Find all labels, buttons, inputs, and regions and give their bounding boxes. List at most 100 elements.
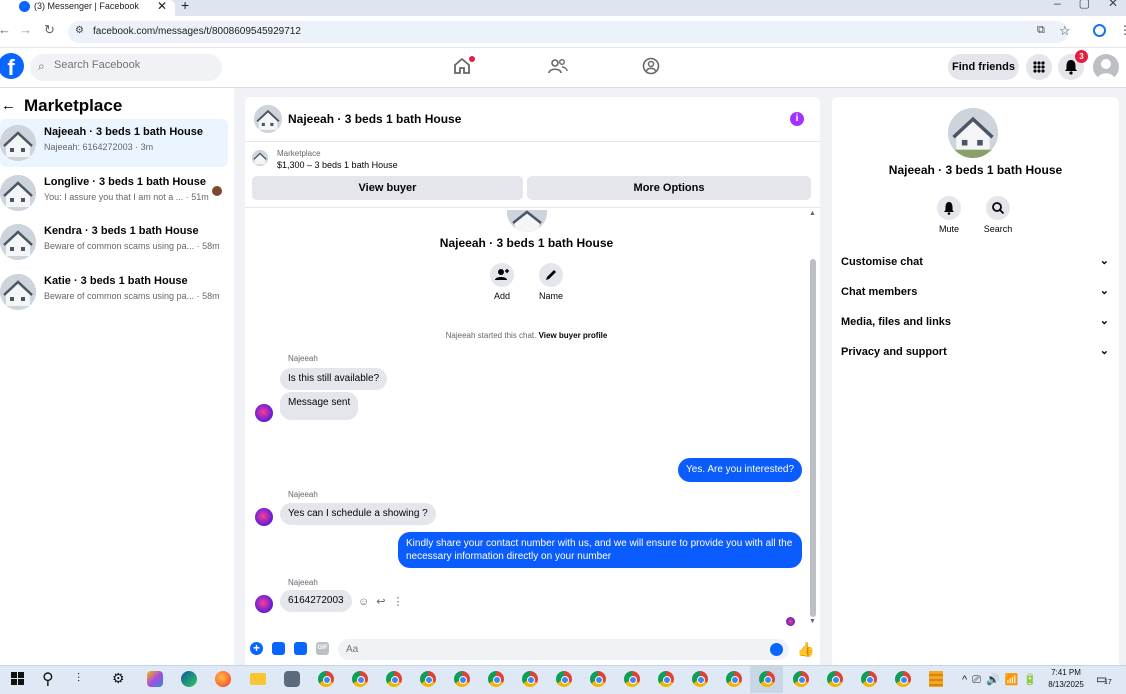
account-avatar[interactable]: [1093, 54, 1119, 80]
chrome-icon[interactable]: [318, 671, 334, 687]
back-arrow-icon[interactable]: ←: [1, 97, 16, 114]
view-buyer-profile-link[interactable]: View buyer profile: [539, 331, 608, 340]
view-buyer-button[interactable]: View buyer: [252, 176, 523, 200]
chrome-icon[interactable]: [454, 671, 470, 687]
install-icon[interactable]: ⧉: [1037, 24, 1045, 37]
more-icon[interactable]: ⋮: [392, 596, 410, 608]
chrome-icon[interactable]: [895, 671, 911, 687]
outgoing-message[interactable]: Kindly share your contact number with us…: [398, 532, 802, 568]
info-name: Najeeah · 3 beds 1 bath House: [888, 163, 1063, 177]
thumbs-up-icon[interactable]: 👍: [797, 641, 814, 658]
file-explorer-icon[interactable]: [250, 673, 266, 685]
chrome-icon[interactable]: [522, 671, 538, 687]
react-icon[interactable]: ☺: [358, 596, 376, 608]
new-tab-button[interactable]: +: [181, 0, 189, 13]
scroll-down-icon[interactable]: ▼: [809, 618, 816, 625]
house-thumbnail: [0, 224, 36, 260]
system-tray-icons[interactable]: ^⎚🔊📶🔋: [962, 673, 1042, 687]
sticker-icon[interactable]: [294, 642, 307, 655]
menu-icon[interactable]: ⋮: [1119, 23, 1126, 37]
clock-date[interactable]: 8/13/2025: [1044, 680, 1088, 689]
site-info-icon[interactable]: ⚙: [75, 25, 84, 36]
incoming-message[interactable]: Yes can I schedule a showing ?: [280, 503, 436, 525]
chrome-icon[interactable]: [352, 671, 368, 687]
chrome-icon[interactable]: [658, 671, 674, 687]
house-thumbnail: [0, 175, 36, 211]
chrome-icon[interactable]: [590, 671, 606, 687]
add-button[interactable]: [490, 263, 514, 287]
section-label: Privacy and support: [841, 346, 947, 358]
groups-icon[interactable]: [642, 57, 660, 75]
star-icon[interactable]: ☆: [1059, 23, 1071, 39]
conversation-item[interactable]: Kendra · 3 beds 1 bath House Beware of c…: [0, 218, 228, 266]
sender-avatar[interactable]: [255, 595, 273, 613]
friends-icon[interactable]: [548, 57, 568, 75]
window-controls[interactable]: –▢✕: [1054, 0, 1126, 10]
task-view-icon[interactable]: ⫶: [77, 671, 80, 686]
settings-icon[interactable]: ⚙: [112, 670, 125, 687]
sender-avatar[interactable]: [255, 404, 273, 422]
firefox-icon[interactable]: [215, 671, 231, 687]
conversation-item[interactable]: Longlive · 3 beds 1 bath House You: I as…: [0, 169, 228, 217]
scrollbar-thumb[interactable]: [810, 259, 816, 617]
scroll-up-icon[interactable]: ▲: [809, 210, 816, 217]
back-icon[interactable]: ←: [0, 22, 11, 37]
message-actions[interactable]: ☺↩⋮: [358, 595, 410, 608]
edge-icon[interactable]: [181, 671, 197, 687]
conversation-preview: You: I assure you that I am not a ... · …: [44, 192, 209, 202]
customise-chat-section[interactable]: Customise chat ⌄: [841, 255, 1109, 268]
clock-time[interactable]: 7:41 PM: [1046, 668, 1086, 677]
incoming-message[interactable]: Message sent: [280, 392, 359, 420]
chat-house-thumbnail[interactable]: [254, 105, 282, 133]
conversation-item[interactable]: Katie · 3 beds 1 bath House Beware of co…: [0, 268, 228, 316]
find-friends-button[interactable]: Find friends: [948, 54, 1019, 80]
conversation-preview: Beware of common scams using pa... · 58m: [44, 241, 220, 251]
profile-icon[interactable]: [1093, 24, 1106, 37]
chrome-icon[interactable]: [759, 671, 775, 687]
incoming-message[interactable]: 6164272003: [280, 590, 352, 612]
url-text[interactable]: facebook.com/messages/t/8008609545929712: [93, 26, 301, 37]
reply-icon[interactable]: ↩: [376, 596, 392, 608]
taskbar-search-icon[interactable]: ⚲: [42, 669, 54, 689]
name-button[interactable]: [539, 263, 563, 287]
privacy-support-section[interactable]: Privacy and support ⌄: [841, 345, 1109, 358]
media-files-links-section[interactable]: Media, files and links ⌄: [841, 315, 1109, 328]
chrome-icon[interactable]: [827, 671, 843, 687]
chat-title[interactable]: Najeeah · 3 beds 1 bath House: [288, 112, 461, 126]
chrome-icon[interactable]: [556, 671, 572, 687]
plus-icon[interactable]: +: [250, 642, 263, 655]
chat-members-section[interactable]: Chat members ⌄: [841, 285, 1109, 298]
forward-icon[interactable]: →: [19, 22, 32, 37]
gif-icon[interactable]: GIF: [316, 642, 329, 655]
chrome-icon[interactable]: [861, 671, 877, 687]
app-icon[interactable]: [929, 671, 943, 687]
more-options-button[interactable]: More Options: [527, 176, 811, 200]
search-in-chat-button[interactable]: [986, 196, 1010, 220]
chrome-icon[interactable]: [386, 671, 402, 687]
bell-icon: [944, 202, 954, 215]
tab-close-icon[interactable]: ✕: [157, 0, 167, 13]
windows-start-icon[interactable]: [11, 672, 24, 685]
chrome-icon[interactable]: [726, 671, 742, 687]
chrome-icon[interactable]: [624, 671, 640, 687]
conversation-item[interactable]: Najeeah · 3 beds 1 bath House Najeeah: 6…: [0, 119, 228, 167]
listing-title[interactable]: $1,300 – 3 beds 1 bath House: [277, 160, 398, 170]
message-input[interactable]: [338, 639, 789, 660]
emoji-icon[interactable]: [770, 643, 783, 656]
info-icon[interactable]: i: [790, 112, 804, 126]
photo-icon[interactable]: [272, 642, 285, 655]
chrome-icon[interactable]: [420, 671, 436, 687]
copilot-icon[interactable]: [147, 671, 163, 687]
chrome-icon[interactable]: [488, 671, 504, 687]
mute-button[interactable]: [937, 196, 961, 220]
menu-button[interactable]: [1026, 54, 1052, 80]
reload-icon[interactable]: ↻: [44, 22, 55, 38]
sender-name: Najeeah: [288, 354, 318, 363]
sender-avatar[interactable]: [255, 508, 273, 526]
chrome-icon[interactable]: [692, 671, 708, 687]
incoming-message[interactable]: Is this still available?: [280, 368, 388, 390]
app-icon[interactable]: [284, 671, 300, 687]
outgoing-message[interactable]: Yes. Are you interested?: [678, 458, 803, 482]
search-input[interactable]: [54, 59, 214, 71]
chrome-icon[interactable]: [793, 671, 809, 687]
